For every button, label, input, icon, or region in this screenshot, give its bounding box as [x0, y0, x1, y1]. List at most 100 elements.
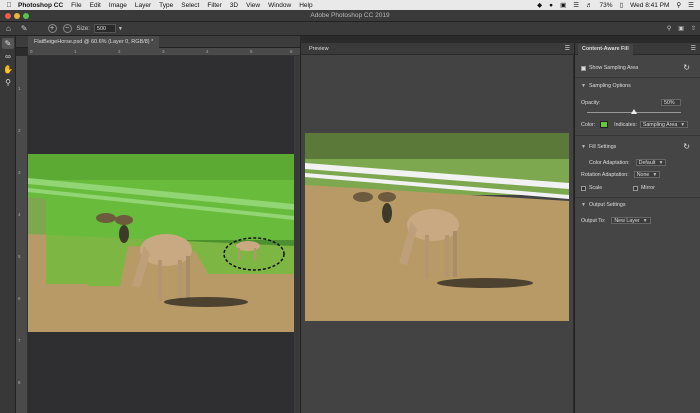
menu-select[interactable]: Select [181, 2, 199, 9]
indicates-select[interactable]: Sampling Area ▼ [639, 121, 689, 128]
rotation-adaptation-select[interactable]: None ▼ [633, 171, 661, 178]
ruler-label: 1 [74, 49, 77, 54]
ruler-label: 6 [290, 49, 293, 54]
menu-edit[interactable]: Edit [90, 2, 101, 9]
close-window-button[interactable] [5, 13, 11, 19]
rotation-adaptation-value: None [636, 171, 650, 178]
ruler-label: 6 [18, 296, 21, 301]
creative-cloud-icon[interactable]: ● [549, 2, 553, 9]
brush-icon[interactable]: ✎ [2, 38, 14, 49]
fill-settings-label: Fill Settings [588, 144, 617, 150]
preview-panel: Preview ☰ [300, 43, 574, 413]
share-icon[interactable]: ⇧ [691, 25, 696, 32]
volume-icon[interactable]: ♬ [586, 2, 593, 9]
options-bar: ⌂ ✎ + − Size: 500 ▼ ⚲ ▣ ⇧ [0, 22, 700, 36]
menu-file[interactable]: File [71, 2, 81, 9]
content-aware-fill-panel: Content-Aware Fill ☰ Show Sampling Area … [574, 43, 700, 413]
preview-tab[interactable]: Preview [304, 44, 334, 54]
scale-label: Scale [589, 185, 603, 191]
mirror-row: Mirror [633, 185, 655, 191]
zoom-icon[interactable]: ⚲ [2, 77, 14, 88]
preview-photo[interactable] [305, 133, 569, 321]
chevron-down-icon: ▼ [680, 121, 686, 128]
output-settings-label: Output Settings [588, 202, 626, 208]
ruler-label: 2 [118, 49, 121, 54]
chevron-down-icon: ▼ [581, 83, 586, 89]
output-settings-header[interactable]: ▼ Output Settings [581, 202, 625, 208]
lasso-icon[interactable]: ∞ [2, 51, 14, 62]
menu-list-icon[interactable]: ☰ [688, 1, 694, 9]
clock[interactable]: Wed 8:41 PM [630, 2, 669, 9]
opacity-slider-thumb[interactable] [631, 109, 637, 114]
workspace-icon[interactable]: ▣ [678, 25, 684, 32]
scale-row: Scale [581, 185, 602, 191]
menu-3d[interactable]: 3D [230, 2, 238, 9]
size-input[interactable]: 500 [93, 24, 116, 33]
menu-layer[interactable]: Layer [135, 2, 151, 9]
mac-menubar:  Photoshop CC File Edit Image Layer Typ… [0, 0, 700, 10]
reset-fill-settings-icon[interactable]: ↻ [683, 142, 690, 151]
zoom-window-button[interactable] [23, 13, 29, 19]
battery-icon[interactable]: ▯ [620, 1, 624, 9]
color-adaptation-label: Color Adaptation: [589, 159, 630, 166]
home-icon[interactable]: ⌂ [6, 24, 11, 33]
menu-help[interactable]: Help [299, 2, 312, 9]
menu-image[interactable]: Image [109, 2, 127, 9]
color-adaptation-row: Color Adaptation: Default ▼ [589, 159, 667, 166]
apple-icon[interactable]:  [0, 2, 18, 9]
opacity-input[interactable]: 50% [661, 99, 681, 106]
mirror-checkbox[interactable] [633, 185, 638, 191]
ruler-label: 5 [250, 49, 253, 54]
subtract-from-mask-button[interactable]: − [62, 24, 72, 33]
hand-icon[interactable]: ✋ [2, 64, 14, 75]
search-icon[interactable]: ⚲ [676, 1, 681, 9]
minimize-window-button[interactable] [14, 13, 20, 19]
ruler-label: 0 [30, 49, 33, 54]
document-tab[interactable]: FlatBeigeHorse.psd @ 60.6% (Layer 0, RGB… [28, 36, 160, 48]
reset-icon[interactable]: ↻ [683, 63, 690, 72]
fill-settings-header[interactable]: ▼ Fill Settings [581, 144, 616, 150]
chevron-down-icon: ▼ [652, 171, 658, 178]
color-adaptation-value: Default [638, 159, 656, 166]
dropbox-icon[interactable]: ◆ [537, 1, 542, 9]
ruler-label: 4 [18, 212, 21, 217]
window-titlebar: Adobe Photoshop CC 2019 [0, 10, 700, 22]
ruler-label: 1 [18, 86, 21, 91]
window-title: Adobe Photoshop CC 2019 [310, 12, 390, 19]
sampling-options-header[interactable]: ▼ Sampling Options [581, 83, 631, 89]
menu-view[interactable]: View [246, 2, 260, 9]
mirror-label: Mirror [641, 185, 655, 191]
canvas-photo[interactable] [28, 56, 294, 413]
show-sampling-area-row: Show Sampling Area [581, 65, 638, 71]
color-adaptation-select[interactable]: Default ▼ [635, 159, 667, 166]
ruler-label: 3 [162, 49, 165, 54]
chevron-down-icon: ▼ [642, 217, 648, 224]
brush-preset-icon[interactable]: ✎ [21, 24, 28, 33]
color-label: Color: [581, 121, 596, 128]
scale-checkbox[interactable] [581, 185, 586, 191]
preview-header: Preview ☰ [301, 43, 574, 55]
menu-app-name[interactable]: Photoshop CC [18, 2, 63, 9]
ruler-label: 4 [206, 49, 209, 54]
show-sampling-area-checkbox[interactable] [581, 65, 586, 71]
menu-icon[interactable]: ☰ [691, 45, 696, 52]
menu-window[interactable]: Window [268, 2, 291, 9]
wifi-icon[interactable]: ☰ [573, 1, 579, 9]
menu-filter[interactable]: Filter [207, 2, 221, 9]
size-dropdown-icon[interactable]: ▼ [118, 26, 123, 32]
menu-icon[interactable]: ☰ [565, 45, 570, 52]
search-icon[interactable]: ⚲ [667, 25, 671, 32]
add-to-mask-button[interactable]: + [47, 24, 57, 33]
screen-icon[interactable]: ▣ [560, 1, 566, 9]
output-to-value: New Layer [614, 217, 640, 224]
panel-header: Content-Aware Fill ☰ [575, 43, 700, 55]
preview-tab-label: Preview [309, 46, 329, 52]
document-canvas[interactable] [28, 56, 294, 413]
output-to-select[interactable]: New Layer ▼ [611, 217, 651, 224]
battery-percent[interactable]: 73% [600, 2, 613, 9]
color-swatch[interactable] [600, 121, 609, 128]
output-to-row: Output To: New Layer ▼ [581, 217, 651, 224]
menu-type[interactable]: Type [159, 2, 173, 9]
divider [575, 135, 700, 136]
panel-tab-content-aware-fill[interactable]: Content-Aware Fill [578, 44, 633, 55]
